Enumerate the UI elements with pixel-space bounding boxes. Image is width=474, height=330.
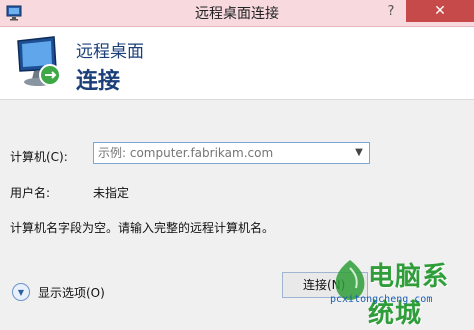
computer-input[interactable] — [94, 143, 357, 163]
chevron-down-icon[interactable]: ▼ — [351, 145, 367, 161]
close-button[interactable]: ✕ — [406, 0, 474, 22]
show-options-toggle[interactable]: ▼ 显示选项(O) — [12, 283, 105, 301]
computer-combobox[interactable]: ▼ — [93, 142, 370, 164]
watermark: 电脑系统城 pcxitongcheng.com — [330, 252, 474, 329]
computer-label: 计算机(C): — [10, 150, 68, 164]
window-title: 远程桌面连接 — [195, 6, 279, 22]
header-title-line2: 连接 — [76, 69, 121, 94]
username-label: 用户名: — [10, 186, 51, 200]
header-title-line1: 远程桌面 — [76, 42, 144, 62]
chevron-down-circle-icon[interactable]: ▼ — [12, 283, 30, 301]
watermark-title: 电脑系统城 — [368, 262, 450, 329]
show-options-label[interactable]: 显示选项(O) — [38, 284, 105, 301]
help-button[interactable]: ? — [380, 4, 402, 22]
title-bar: 远程桌面连接 ? ✕ — [0, 0, 474, 27]
username-value: 未指定 — [93, 186, 130, 200]
watermark-url: pcxitongcheng.com — [330, 294, 433, 305]
status-message: 计算机名字段为空。请输入完整的远程计算机名。 — [10, 221, 275, 235]
remote-desktop-logo-icon — [17, 36, 61, 86]
dialog-header: 远程桌面 连接 — [0, 27, 474, 100]
